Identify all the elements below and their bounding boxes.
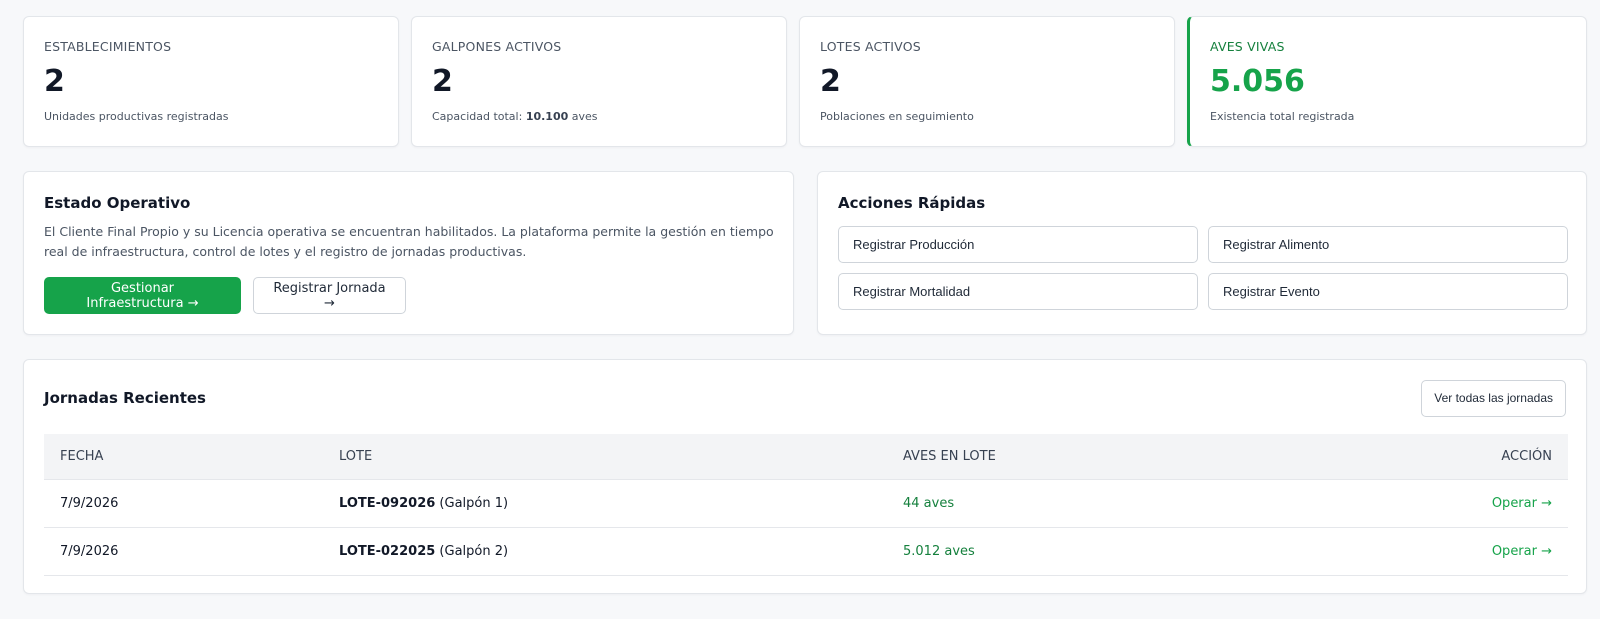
operar-link[interactable]: Operar → <box>1492 544 1552 559</box>
jornadas-header: Jornadas Recientes Ver todas las jornada… <box>44 360 1566 434</box>
acciones-rapidas-card: Acciones Rápidas Registrar Producción Re… <box>817 171 1587 335</box>
estado-actions: Gestionar Infraestructura → Registrar Jo… <box>44 277 773 314</box>
capacity-prefix: Capacidad total: <box>432 110 526 123</box>
lote-code: LOTE-022025 <box>339 543 436 559</box>
table-header-row: FECHA LOTE AVES EN LOTE ACCIÓN <box>44 434 1568 480</box>
stat-card-aves-vivas: AVES VIVAS 5.056 Existencia total regist… <box>1187 16 1587 147</box>
acciones-grid: Registrar Producción Registrar Alimento … <box>838 226 1568 310</box>
stat-value: 2 <box>820 64 841 99</box>
stat-subtitle: Existencia total registrada <box>1210 110 1355 123</box>
registrar-produccion-button[interactable]: Registrar Producción <box>838 226 1198 263</box>
estado-description: El Cliente Final Propio y su Licencia op… <box>44 224 774 259</box>
cell-fecha: 7/9/2026 <box>44 479 323 528</box>
capacity-value: 10.100 <box>525 110 569 123</box>
stat-label: ESTABLECIMIENTOS <box>44 39 172 54</box>
cell-accion: Operar → <box>1287 527 1568 576</box>
stat-subtitle: Unidades productivas registradas <box>44 110 229 123</box>
column-header-accion: ACCIÓN <box>1287 434 1568 480</box>
capacity-suffix: aves <box>568 110 598 123</box>
lote-code: LOTE-092026 <box>339 495 436 511</box>
registrar-alimento-button[interactable]: Registrar Alimento <box>1208 226 1568 263</box>
registrar-jornada-button[interactable]: Registrar Jornada → <box>253 277 406 314</box>
stat-subtitle: Poblaciones en seguimiento <box>820 110 974 123</box>
column-header-fecha: FECHA <box>44 434 323 480</box>
registrar-mortalidad-button[interactable]: Registrar Mortalidad <box>838 273 1198 310</box>
lote-galpon: (Galpón 2) <box>435 543 509 559</box>
estado-title: Estado Operativo <box>44 194 191 212</box>
jornadas-recientes-card: Jornadas Recientes Ver todas las jornada… <box>23 359 1587 594</box>
stat-card-establecimientos: ESTABLECIMIENTOS 2 Unidades productivas … <box>23 16 399 147</box>
cell-lote: LOTE-022025 (Galpón 2) <box>323 527 887 576</box>
cell-aves: 5.012 aves <box>887 527 1287 576</box>
cell-accion: Operar → <box>1287 479 1568 528</box>
operar-link[interactable]: Operar → <box>1492 496 1552 511</box>
stat-label: LOTES ACTIVOS <box>820 39 921 54</box>
ver-todas-jornadas-button[interactable]: Ver todas las jornadas <box>1421 379 1566 417</box>
stat-card-lotes: LOTES ACTIVOS 2 Poblaciones en seguimien… <box>799 16 1175 147</box>
registrar-evento-button[interactable]: Registrar Evento <box>1208 273 1568 310</box>
table-row: 7/9/2026 LOTE-092026 (Galpón 1) 44 aves … <box>44 479 1568 528</box>
column-header-aves: AVES EN LOTE <box>887 434 1287 480</box>
stat-card-galpones: GALPONES ACTIVOS 2 Capacidad total: 10.1… <box>411 16 787 147</box>
acciones-title: Acciones Rápidas <box>838 194 986 212</box>
jornadas-table: FECHA LOTE AVES EN LOTE ACCIÓN 7/9/2026 … <box>44 434 1568 576</box>
stat-value: 2 <box>44 64 65 99</box>
cell-lote: LOTE-092026 (Galpón 1) <box>323 479 887 528</box>
stat-subtitle: Capacidad total: 10.100 aves <box>432 110 766 123</box>
estado-operativo-card: Estado Operativo El Cliente Final Propio… <box>23 171 794 335</box>
table-row: 7/9/2026 LOTE-022025 (Galpón 2) 5.012 av… <box>44 527 1568 576</box>
stat-label: AVES VIVAS <box>1210 39 1285 54</box>
stat-value: 5.056 <box>1210 64 1305 99</box>
cell-fecha: 7/9/2026 <box>44 527 323 576</box>
jornadas-title: Jornadas Recientes <box>44 389 206 407</box>
column-header-lote: LOTE <box>323 434 887 480</box>
gestionar-infraestructura-button[interactable]: Gestionar Infraestructura → <box>44 277 241 314</box>
stat-value: 2 <box>432 64 453 99</box>
stat-label: GALPONES ACTIVOS <box>432 39 562 54</box>
lote-galpon: (Galpón 1) <box>435 495 509 511</box>
cell-aves: 44 aves <box>887 479 1287 528</box>
